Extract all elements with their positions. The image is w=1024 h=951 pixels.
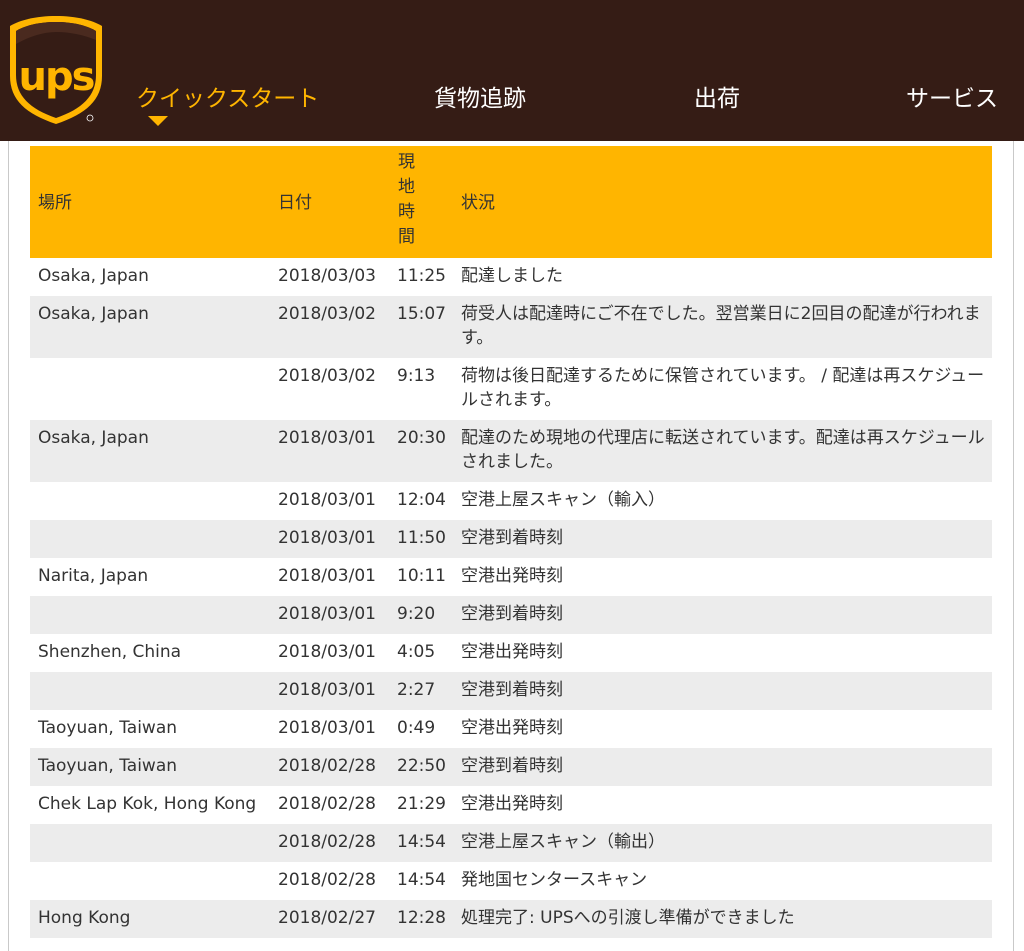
row-date: 2018/02/28 <box>278 794 376 814</box>
nav-tracking[interactable]: 貨物追跡 <box>434 84 526 114</box>
table-row: Narita, Japan 2018/03/01 10:11 空港出発時刻 <box>30 558 992 596</box>
table-row: Taoyuan, Taiwan 2018/03/01 0:49 空港出発時刻 <box>30 710 992 748</box>
row-time: 11:25 <box>397 266 446 286</box>
row-status: 配達のため現地の代理店に転送されています。配達は再スケジュールされました。 <box>461 428 985 472</box>
row-status: 荷物は後日配達するために保管されています。 / 配達は再スケジュールされます。 <box>461 366 985 410</box>
row-date: 2018/03/01 <box>278 642 376 662</box>
row-time: 20:30 <box>397 428 446 448</box>
row-date: 2018/02/28 <box>278 870 376 890</box>
row-date: 2018/03/01 <box>278 528 376 548</box>
row-date: 2018/03/02 <box>278 366 376 386</box>
nav-quickstart[interactable]: クイックスタート <box>136 84 319 114</box>
row-date: 2018/02/27 <box>278 908 376 928</box>
row-location: Narita, Japan <box>38 566 149 586</box>
row-status: 荷受人は配達時にご不在でした。翌営業日に2回目の配達が行われます。 <box>461 304 981 348</box>
table-row: Taoyuan, Taiwan 2018/02/28 22:50 空港到着時刻 <box>30 748 992 786</box>
row-date: 2018/03/02 <box>278 304 376 324</box>
header-status: 状況 <box>461 193 495 213</box>
row-status: 空港到着時刻 <box>461 756 563 776</box>
row-status: 空港上屋スキャン（輸入） <box>461 490 665 510</box>
row-status: 空港出発時刻 <box>461 718 563 738</box>
row-location: Taoyuan, Taiwan <box>38 718 178 738</box>
ups-logo[interactable]: ups <box>8 14 104 126</box>
nav-services[interactable]: サービス <box>906 84 998 114</box>
row-status: 空港出発時刻 <box>461 566 563 586</box>
table-row: Osaka, Japan 2018/03/01 20:30 配達のため現地の代理店に転… <box>30 420 992 482</box>
row-time: 11:50 <box>397 528 446 548</box>
table-row: Chek Lap Kok, Hong Kong 2018/02/28 21:29 空港… <box>30 786 992 824</box>
row-location: Shenzhen, China <box>38 642 182 662</box>
row-time: 12:28 <box>397 908 446 928</box>
row-time: 9:13 <box>397 366 436 386</box>
table-row: 2018/03/01 9:20 空港到着時刻 <box>30 596 992 634</box>
nav-shipping[interactable]: 出荷 <box>694 84 740 114</box>
table-row: 2018/02/28 14:54 空港上屋スキャン（輸出） <box>30 824 992 862</box>
row-time: 9:20 <box>397 604 436 624</box>
row-location: Chek Lap Kok, Hong Kong <box>38 794 257 814</box>
row-date: 2018/03/01 <box>278 566 376 586</box>
table-row: 2018/03/01 11:50 空港到着時刻 <box>30 520 992 558</box>
row-time: 21:29 <box>397 794 446 814</box>
row-time: 2:27 <box>397 680 436 700</box>
row-date: 2018/03/01 <box>278 604 376 624</box>
header-location: 場所 <box>38 193 72 213</box>
row-status: 空港出発時刻 <box>461 794 563 814</box>
row-time: 22:50 <box>397 756 446 776</box>
table-row: Hong Kong 2018/02/27 12:28 処理完了: UPSへの引渡し準備… <box>30 900 992 938</box>
table-row: 2018/02/28 14:54 発地国センタースキャン <box>30 862 992 900</box>
row-date: 2018/02/28 <box>278 756 376 776</box>
row-time: 12:04 <box>397 490 446 510</box>
row-date: 2018/03/01 <box>278 718 376 738</box>
site-header: ups クイックスタート 貨物追跡 出荷 サービス <box>0 0 1024 141</box>
row-date: 2018/03/01 <box>278 490 376 510</box>
table-row: Osaka, Japan 2018/03/02 15:07 荷受人は配達時にご不在でし… <box>30 296 992 358</box>
row-location: Osaka, Japan <box>38 304 149 324</box>
active-caret-icon <box>148 116 168 126</box>
row-date: 2018/02/28 <box>278 832 376 852</box>
row-date: 2018/03/01 <box>278 428 376 448</box>
row-status: 空港到着時刻 <box>461 680 563 700</box>
row-time: 14:54 <box>397 832 446 852</box>
row-status: 処理完了: UPSへの引渡し準備ができました <box>461 908 795 928</box>
row-time: 0:49 <box>397 718 436 738</box>
tracking-table-body: Osaka, Japan 2018/03/03 11:25 配達しました Osaka, … <box>30 258 992 938</box>
row-status: 発地国センタースキャン <box>461 870 648 890</box>
row-location: Osaka, Japan <box>38 266 149 286</box>
header-date: 日付 <box>278 193 312 213</box>
row-time: 15:07 <box>397 304 446 324</box>
row-status: 空港到着時刻 <box>461 528 563 548</box>
row-location: Hong Kong <box>38 908 131 928</box>
row-status: 空港出発時刻 <box>461 642 563 662</box>
table-row: Osaka, Japan 2018/03/03 11:25 配達しました <box>30 258 992 296</box>
row-time: 4:05 <box>397 642 436 662</box>
row-time: 10:11 <box>397 566 446 586</box>
row-location: Osaka, Japan <box>38 428 149 448</box>
table-row: 2018/03/01 2:27 空港到着時刻 <box>30 672 992 710</box>
row-location: Taoyuan, Taiwan <box>38 756 178 776</box>
row-status: 空港上屋スキャン（輸出） <box>461 832 665 852</box>
table-row: 2018/03/01 12:04 空港上屋スキャン（輸入） <box>30 482 992 520</box>
tracking-table-header: 場所 日付 現地時間 状況 <box>30 146 992 258</box>
row-date: 2018/03/03 <box>278 266 376 286</box>
table-row: Shenzhen, China 2018/03/01 4:05 空港出発時刻 <box>30 634 992 672</box>
row-status: 配達しました <box>461 266 563 286</box>
header-local-time: 現地時間 <box>398 152 415 247</box>
table-row: 2018/03/02 9:13 荷物は後日配達するために保管されています。 / 配達… <box>30 358 992 420</box>
row-time: 14:54 <box>397 870 446 890</box>
logo-wordmark: ups <box>19 54 94 100</box>
row-date: 2018/03/01 <box>278 680 376 700</box>
row-status: 空港到着時刻 <box>461 604 563 624</box>
